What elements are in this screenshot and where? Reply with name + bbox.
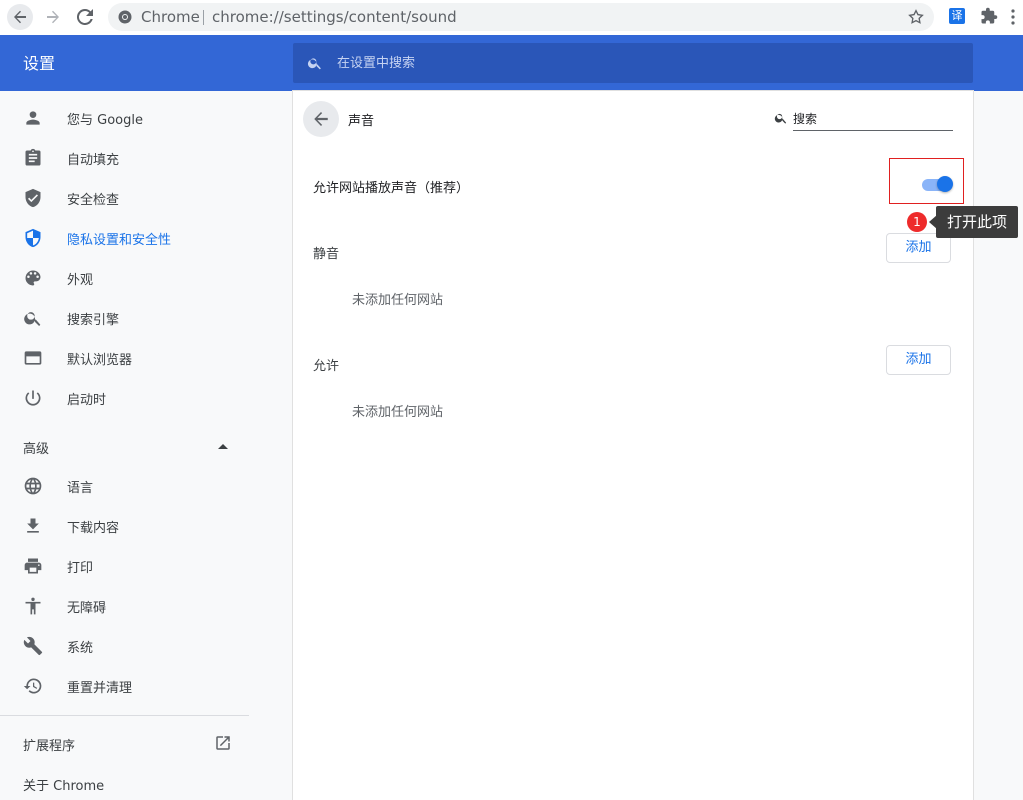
sidebar-item-reset-cleanup[interactable]: 重置并清理: [0, 666, 250, 706]
settings-header: 设置: [0, 35, 1023, 91]
browser-window-icon: [24, 351, 42, 365]
search-icon: [24, 312, 41, 326]
more-menu-icon[interactable]: [1010, 8, 1016, 26]
reload-icon: [77, 9, 93, 25]
forward-nav-button[interactable]: [40, 4, 66, 30]
sidebar-item-downloads[interactable]: 下载内容: [0, 506, 250, 546]
history-icon: [23, 678, 42, 694]
sidebar-advanced-toggle[interactable]: 高级: [0, 426, 250, 466]
mute-empty-text: 未添加任何网站: [352, 293, 444, 308]
translate-extension-icon[interactable]: 译: [949, 8, 965, 24]
sidebar-item-label: 系统: [67, 640, 94, 656]
sidebar-item-label: 自动填充: [67, 152, 120, 168]
address-divider: [203, 10, 204, 25]
mute-section-label: 静音: [313, 247, 340, 262]
person-icon: [26, 111, 40, 125]
sidebar-item-accessibility[interactable]: 无障碍: [0, 586, 250, 626]
step-badge: 1: [907, 212, 927, 232]
settings-title: 设置: [23, 54, 56, 73]
sidebar-item-you-and-google[interactable]: 您与 Google: [0, 98, 250, 138]
page-title: 声音: [348, 114, 375, 129]
privacy-shield-icon: [25, 228, 41, 248]
url-text[interactable]: chrome://settings/content/sound: [212, 3, 457, 31]
sidebar-item-label: 语言: [67, 480, 94, 496]
sidebar-item-label: 下载内容: [67, 520, 120, 536]
address-bar[interactable]: Chrome chrome://settings/content/sound: [108, 3, 934, 31]
accessibility-icon: [25, 597, 41, 615]
arrow-left-icon: [14, 10, 26, 24]
allow-empty-text: 未添加任何网站: [352, 405, 444, 420]
sidebar-item-label: 默认浏览器: [67, 352, 133, 368]
search-icon: [774, 113, 787, 124]
sidebar-item-label: 搜索引擎: [67, 312, 120, 328]
sidebar-item-label: 启动时: [67, 392, 107, 408]
sidebar-item-safety-check[interactable]: 安全检查: [0, 178, 250, 218]
sidebar-item-printing[interactable]: 打印: [0, 546, 250, 586]
site-name: Chrome: [141, 8, 200, 26]
sidebar-item-search-engine[interactable]: 搜索引擎: [0, 298, 250, 338]
arrow-left-icon: [314, 112, 328, 126]
shield-check-icon: [25, 188, 41, 208]
allow-section-label: 允许: [313, 359, 340, 374]
bookmark-star-icon[interactable]: [907, 8, 925, 26]
sidebar-item-label: 您与 Google: [67, 112, 143, 128]
sidebar-divider: [0, 715, 249, 716]
sidebar-item-on-startup[interactable]: 启动时: [0, 378, 250, 418]
sidebar-item-languages[interactable]: 语言: [0, 466, 250, 506]
sidebar-item-label: 外观: [67, 272, 94, 288]
sidebar-item-label: 安全检查: [67, 192, 120, 208]
sidebar-item-label: 打印: [67, 560, 94, 576]
globe-icon: [24, 477, 42, 495]
sound-settings-card: 声音 允许网站播放声音（推荐） 静音 添加 未添加任何网站 允许 添加 未添加任…: [293, 91, 973, 800]
reload-button[interactable]: [72, 4, 98, 30]
sidebar-extensions-link[interactable]: 扩展程序: [23, 735, 75, 754]
palette-icon: [25, 270, 41, 286]
allow-add-button[interactable]: 添加: [886, 345, 951, 375]
sidebar-item-system[interactable]: 系统: [0, 626, 250, 666]
sidebar-item-label: 重置并清理: [67, 680, 133, 696]
allow-sound-label: 允许网站播放声音（推荐）: [313, 181, 470, 196]
open-in-new-icon[interactable]: [214, 734, 232, 752]
back-button[interactable]: [303, 101, 339, 137]
settings-sidebar: 您与 Google 自动填充 安全检查 隐私设置和安全性 外观 搜索引擎 默认浏…: [0, 91, 250, 800]
sidebar-item-label: 无障碍: [67, 600, 107, 616]
caret-up-icon: [218, 444, 228, 449]
arrow-right-icon: [47, 10, 59, 24]
sidebar-item-label: 隐私设置和安全性: [67, 232, 172, 248]
settings-search-input[interactable]: [337, 43, 937, 83]
allow-sound-toggle[interactable]: [922, 176, 954, 193]
power-icon: [25, 390, 41, 406]
chrome-logo-icon: [118, 10, 132, 24]
browser-toolbar: Chrome chrome://settings/content/sound 译: [0, 0, 1023, 35]
printer-icon: [24, 558, 42, 574]
sidebar-item-autofill[interactable]: 自动填充: [0, 138, 250, 178]
sidebar-item-appearance[interactable]: 外观: [0, 258, 250, 298]
sidebar-about-chrome-link[interactable]: 关于 Chrome: [23, 775, 104, 794]
settings-search-box[interactable]: [293, 43, 973, 83]
instruction-tooltip: 打开此项: [936, 206, 1018, 238]
download-icon: [27, 518, 39, 533]
search-icon: [307, 58, 321, 70]
clipboard-icon: [25, 148, 41, 166]
extensions-puzzle-icon[interactable]: [980, 7, 998, 25]
advanced-label: 高级: [23, 442, 50, 457]
sidebar-item-default-browser[interactable]: 默认浏览器: [0, 338, 250, 378]
toggle-knob: [937, 176, 953, 192]
wrench-icon: [23, 636, 43, 656]
back-nav-button[interactable]: [7, 4, 33, 30]
sidebar-item-privacy-security[interactable]: 隐私设置和安全性: [0, 218, 250, 258]
site-search-input[interactable]: [793, 108, 953, 131]
